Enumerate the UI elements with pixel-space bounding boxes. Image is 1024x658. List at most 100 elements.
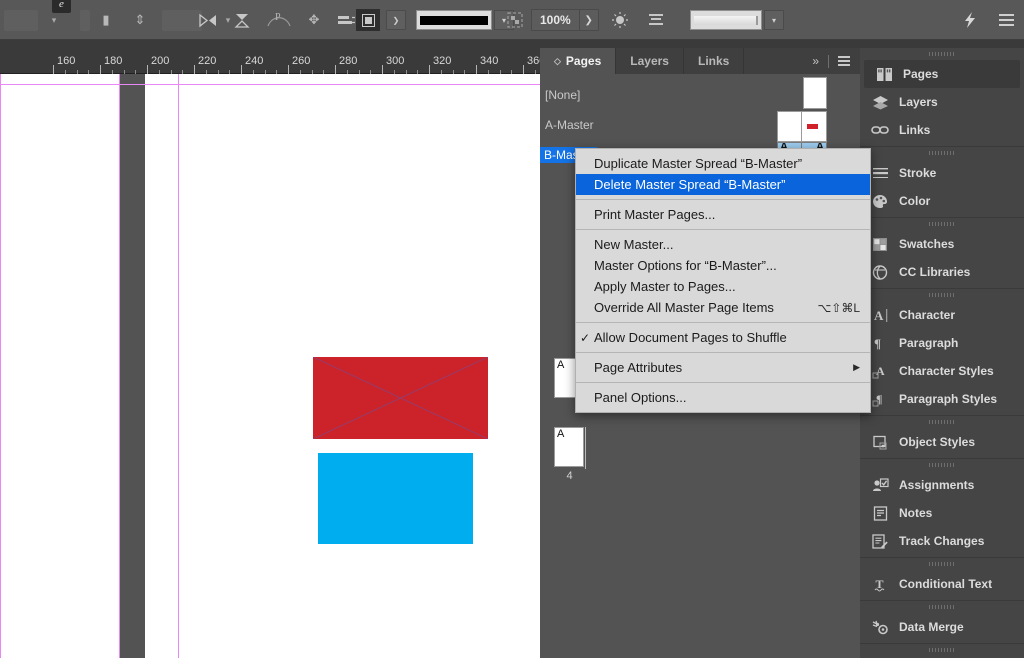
menu-item-apply-master-to-pages[interactable]: Apply Master to Pages... <box>576 276 870 297</box>
menu-item-override-all-master-page-items[interactable]: Override All Master Page Items⌥⇧⌘L <box>576 297 870 318</box>
dock-group-grip[interactable] <box>860 416 1024 428</box>
dock-item-notes[interactable]: Notes <box>860 499 1024 527</box>
menu-item-shortcut: ⌥⇧⌘L <box>795 301 860 315</box>
quick-apply-icon[interactable] <box>960 9 980 31</box>
dock-group: ACharacter¶ParagraphACharacter Styles¶Pa… <box>860 301 1024 416</box>
master-row-a-master[interactable]: A-Master <box>540 110 860 140</box>
menu-item-duplicate-master-spread-b-master[interactable]: Duplicate Master Spread “B-Master” <box>576 153 870 174</box>
dock-item-character[interactable]: ACharacter <box>860 301 1024 329</box>
dock-item-paragraph-styles[interactable]: ¶Paragraph Styles <box>860 385 1024 413</box>
control-bar-right-group <box>960 0 1016 40</box>
transparency-icon[interactable] <box>505 9 525 31</box>
dock-item-conditional-text[interactable]: TConditional Text <box>860 570 1024 598</box>
page-thumbnail[interactable]: A <box>554 427 584 467</box>
cyan-rectangle[interactable] <box>318 453 473 544</box>
menu-item-print-master-pages[interactable]: Print Master Pages... <box>576 204 870 225</box>
dock-item-label: Links <box>899 123 930 137</box>
rotate-stepper[interactable]: ⇕ <box>130 9 150 31</box>
master-thumbnail-none[interactable] <box>803 77 827 109</box>
tab-layers[interactable]: Layers <box>616 48 684 74</box>
fill-stroke-icon[interactable] <box>356 9 380 31</box>
reference-point-widget[interactable] <box>4 10 38 31</box>
distribute-icon[interactable] <box>336 9 356 31</box>
dock-group-grip[interactable] <box>860 459 1024 471</box>
dock-item-color[interactable]: Color <box>860 187 1024 215</box>
svg-text:A: A <box>876 364 885 378</box>
ruler-tick <box>194 65 195 74</box>
paragraph-icon: ¶ <box>870 334 890 352</box>
panel-menu-icon[interactable] <box>838 56 850 66</box>
menu-item-delete-master-spread-b-master[interactable]: Delete Master Spread “B-Master” <box>576 174 870 195</box>
zoom-next-arrow-icon[interactable]: ❯ <box>579 10 598 30</box>
ruler-tick-label: 180 <box>104 55 122 67</box>
flip-horizontal-icon[interactable] <box>198 9 218 31</box>
dock-item-label: Pages <box>903 67 938 81</box>
effects-icon[interactable] <box>610 9 630 31</box>
margin-guide-right-inner <box>178 74 179 658</box>
menu-item-label: Apply Master to Pages... <box>594 279 736 294</box>
dock-group-grip[interactable] <box>860 558 1024 570</box>
path-text-icon[interactable]: P <box>266 9 292 31</box>
dock-group-grip[interactable] <box>860 218 1024 230</box>
document-canvas[interactable] <box>0 74 540 658</box>
text-frame-options-icon[interactable] <box>646 9 666 31</box>
menu-item-label: Duplicate Master Spread “B-Master” <box>594 156 802 171</box>
ruler-tick <box>53 65 54 74</box>
zoom-level-field[interactable]: 100% ❯ <box>531 9 599 31</box>
swatch-dropdown-icon[interactable]: ▾ <box>764 10 784 30</box>
dock-item-stroke[interactable]: Stroke <box>860 159 1024 187</box>
master-row-none[interactable]: [None] <box>540 80 860 110</box>
menu-item-label: Print Master Pages... <box>594 207 715 222</box>
swatches-icon <box>870 235 890 253</box>
flip-vertical-icon[interactable] <box>232 9 252 31</box>
dock-item-data-merge[interactable]: Data Merge <box>860 613 1024 641</box>
fill-swatch-field[interactable] <box>690 10 762 30</box>
tab-pages[interactable]: ◇Pages <box>540 48 616 74</box>
dock-item-links[interactable]: Links <box>860 116 1024 144</box>
dock-group-grip[interactable] <box>860 601 1024 613</box>
shear-icon[interactable]: ▮ <box>96 9 116 31</box>
dock-item-track-changes[interactable]: Track Changes <box>860 527 1024 555</box>
panel-collapse-icon[interactable]: ◇ <box>554 56 561 67</box>
margin-guide-left-inner <box>119 74 120 658</box>
dock-item-character-styles[interactable]: ACharacter Styles <box>860 357 1024 385</box>
menu-item-allow-document-pages-to-shuffle[interactable]: ✓Allow Document Pages to Shuffle <box>576 327 870 348</box>
thumb-page <box>802 111 827 142</box>
menu-item-panel-options[interactable]: Panel Options... <box>576 387 870 408</box>
dock-item-label: CC Libraries <box>899 265 970 279</box>
dock-item-paragraph[interactable]: ¶Paragraph <box>860 329 1024 357</box>
dock-item-pages[interactable]: Pages <box>864 60 1020 88</box>
track-changes-icon <box>870 532 890 550</box>
dock-item-cc-libraries[interactable]: CC Libraries <box>860 258 1024 286</box>
stroke-icon <box>870 164 890 182</box>
control-bar-effects-group <box>610 0 666 40</box>
dock-group-grip[interactable] <box>860 147 1024 159</box>
stroke-swatch-field[interactable] <box>416 10 492 30</box>
align-object-icon[interactable]: ✥ <box>304 9 324 31</box>
menu-separator <box>576 229 870 230</box>
dock-item-layers[interactable]: Layers <box>860 88 1024 116</box>
workspace-menu-icon[interactable] <box>996 9 1016 31</box>
menu-item-label: Delete Master Spread “B-Master” <box>594 177 785 192</box>
red-empty-frame[interactable] <box>313 357 488 439</box>
master-thumbnail-a[interactable] <box>777 111 827 142</box>
dock-group-grip[interactable] <box>860 289 1024 301</box>
menu-item-master-options-for-b-master[interactable]: Master Options for “B-Master”... <box>576 255 870 276</box>
dock-group-grip[interactable] <box>860 644 1024 656</box>
tab-label: Layers <box>630 54 669 68</box>
tool-tooltip: e <box>52 0 71 13</box>
dock-item-assignments[interactable]: Assignments <box>860 471 1024 499</box>
dock-group-grip[interactable] <box>860 48 1024 60</box>
dock-item-object-styles[interactable]: Object Styles <box>860 428 1024 456</box>
layers-icon <box>870 93 890 111</box>
stroke-weight-chevron-icon[interactable]: ❯ <box>386 10 406 30</box>
page-number-label: 4 <box>554 470 585 482</box>
tab-links[interactable]: Links <box>684 48 744 74</box>
menu-item-page-attributes[interactable]: Page Attributes▶ <box>576 357 870 378</box>
expand-panels-icon[interactable]: » <box>812 54 819 68</box>
dock-item-swatches[interactable]: Swatches <box>860 230 1024 258</box>
page-thumbnail-item[interactable]: A4 <box>554 427 616 482</box>
dock-group: TConditional Text <box>860 570 1024 601</box>
menu-item-new-master[interactable]: New Master... <box>576 234 870 255</box>
menu-item-label: Panel Options... <box>594 390 687 405</box>
